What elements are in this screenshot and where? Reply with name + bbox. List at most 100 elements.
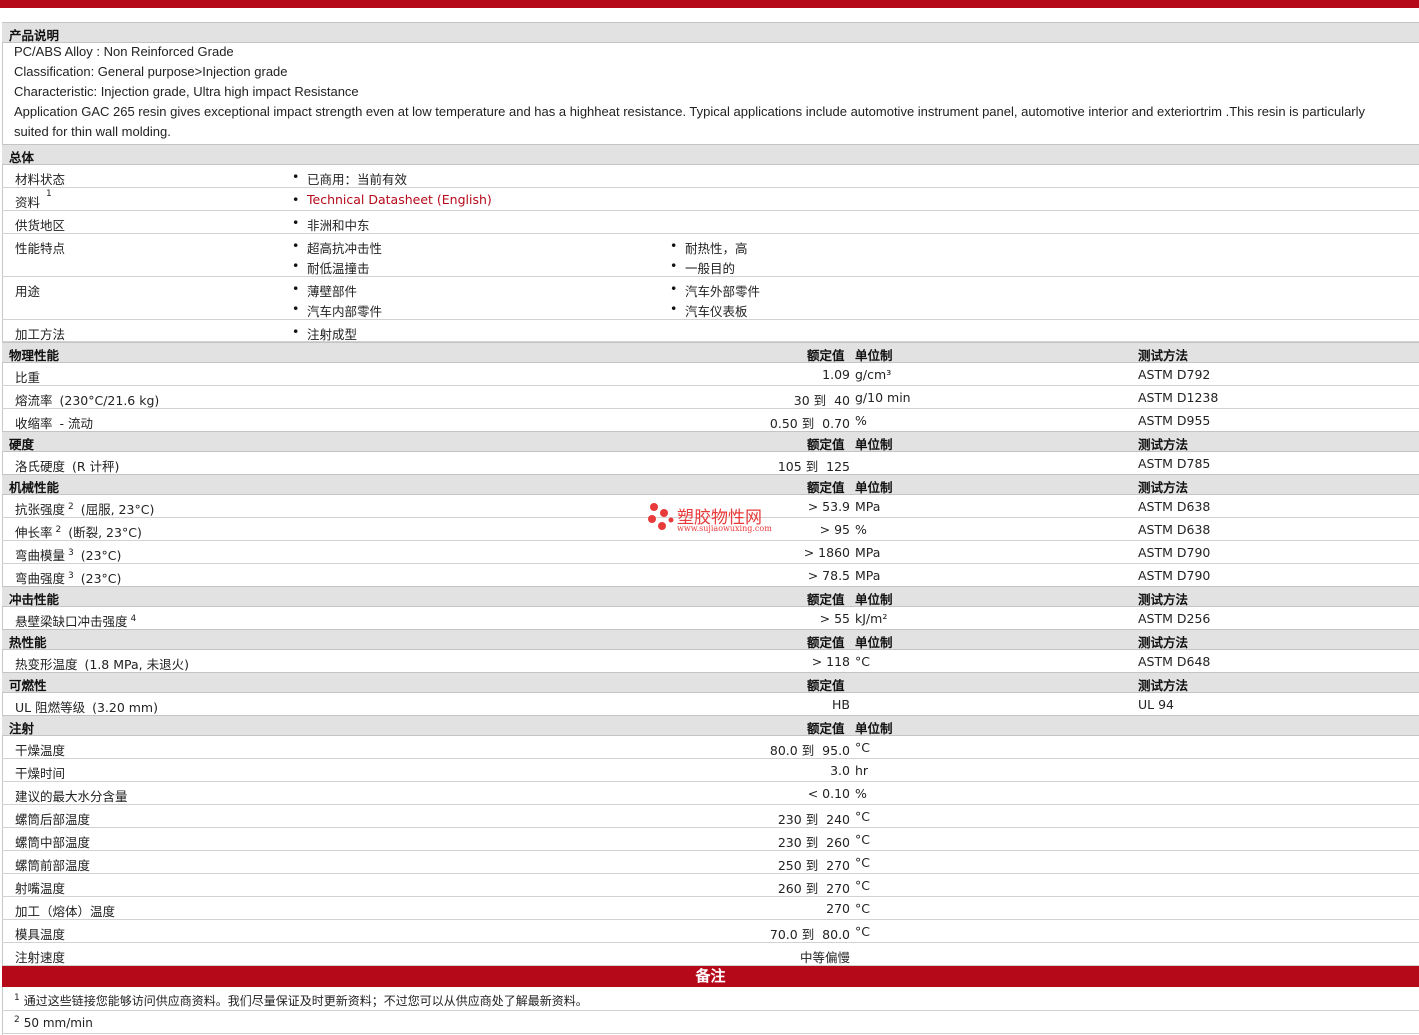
column-header-method: 测试方法 [1138,635,1189,650]
property-label: 螺筒后部温度 [15,809,90,828]
column-header-unit: 单位制 [855,480,893,495]
property-name: 建议的最大水分含量 [15,789,128,804]
footnote-ref: 4 [130,613,137,624]
column-header-nominal: 额定值 [807,348,845,363]
test-method: ASTM D638 [1138,499,1211,514]
property-name: 弯曲强度 [15,571,66,586]
column-header-unit: 单位制 [855,592,893,607]
general-item: 汽车外部零件 [670,281,760,300]
notes-header: 备注 [2,966,1419,987]
property-row: 弯曲强度 3 (23°C) > 78.5 MPa ASTM D790 [2,564,1419,587]
property-unit: °C [855,924,870,939]
property-label: 弯曲模量 3 (23°C) [15,545,121,564]
property-condition: (屈服, 23°C) [80,502,155,517]
property-value: 0.50 到 0.70 [769,416,850,431]
property-label: 干燥时间 [15,763,65,782]
test-method: ASTM D1238 [1138,390,1219,405]
section-title: 可燃性 [9,678,47,693]
property-row: 注射速度 中等偏慢 [2,943,1419,966]
datasheet-link[interactable]: Technical Datasheet (English) [292,192,492,207]
property-condition: (R 计秤) [72,459,120,474]
property-row: 螺筒中部温度 230 到 260 °C [2,828,1419,851]
general-item: 薄壁部件 [292,281,357,300]
note-text: 2 50 mm/min [14,1015,93,1030]
property-row: UL 阻燃等级 (3.20 mm) HB UL 94 [2,693,1419,716]
property-condition: - 流动 [59,416,93,431]
property-row: 干燥时间 3.0 hr [2,759,1419,782]
property-name: 模具温度 [15,927,66,942]
test-method: ASTM D256 [1138,611,1211,626]
property-name: 螺筒后部温度 [15,812,91,827]
property-label: 洛氏硬度 (R 计秤) [15,456,119,475]
property-unit: % [855,522,867,537]
property-value: 230 到 240 [777,812,850,827]
property-label: 热变形温度 (1.8 MPa, 未退火) [15,654,189,673]
general-item: 非洲和中东 [292,215,369,234]
property-unit: MPa [855,545,881,560]
property-label: 悬壁梁缺口冲击强度 4 [15,611,136,630]
property-unit: % [855,786,867,801]
property-unit: °C [855,878,870,893]
property-unit: °C [855,809,870,824]
description-line: Classification: General purpose>Injectio… [14,64,288,79]
section-title: 热性能 [9,635,47,650]
section-header-3: 机械性能 额定值 单位制 测试方法 [2,474,1419,495]
section-title: 物理性能 [9,348,60,363]
property-name: 干燥温度 [15,743,66,758]
column-header-nominal: 额定值 [807,721,845,736]
column-header-method: 测试方法 [1138,348,1189,363]
section-header-7: 注射 额定值 单位制 [2,715,1419,736]
property-name: 熔流率 [15,393,53,408]
general-label: 供货地区 [15,218,66,233]
column-header-nominal: 额定值 [807,480,845,495]
general-item: 一般目的 [670,258,735,277]
property-label: 射嘴温度 [15,878,65,897]
column-header-nominal: 额定值 [807,635,845,650]
section-header-2: 硬度 额定值 单位制 测试方法 [2,431,1419,452]
property-unit: °C [855,855,870,870]
column-header-unit: 单位制 [855,348,893,363]
general-row: 用途 薄壁部件汽车内部零件 汽车外部零件汽车仪表板 [2,277,1419,320]
note-row: 1 通过这些链接您能够访问供应商资料。我们尽量保证及时更新资料；不过您可以从供应商… [2,988,1419,1011]
column-header-nominal: 额定值 [807,678,845,693]
property-label: 螺筒前部温度 [15,855,90,874]
section-title: 注射 [9,721,35,736]
section-header-6: 可燃性 额定值 测试方法 [2,672,1419,693]
property-row: 洛氏硬度 (R 计秤) 105 到 125 ASTM D785 [2,452,1419,475]
property-condition: (23°C) [80,548,122,563]
note-body: 50 mm/min [23,1016,93,1030]
property-unit: % [855,413,867,428]
general-item: 已商用：当前有效 [292,169,407,188]
description-line: Characteristic: Injection grade, Ultra h… [14,84,359,99]
section-title: 机械性能 [9,480,60,495]
property-condition: (1.8 MPa, 未退火) [84,657,189,672]
property-unit: kJ/m² [855,611,888,626]
section-header-1: 物理性能 额定值 单位制 测试方法 [2,342,1419,363]
property-label: 加工（熔体）温度 [15,901,115,920]
footnote-ref: 2 [55,524,62,535]
property-unit: °C [855,901,870,916]
property-row: 模具温度 70.0 到 80.0 °C [2,920,1419,943]
property-value: 260 到 270 [777,881,850,896]
property-value: > 55 [819,611,850,626]
column-header-nominal: 额定值 [807,437,845,452]
property-value: 105 到 125 [777,459,850,474]
property-row: 熔流率 (230°C/21.6 kg) 30 到 40 g/10 min ASTM D… [2,386,1419,409]
note-row: 2 50 mm/min [2,1011,1419,1034]
property-value: > 78.5 [807,568,850,583]
property-name: 比重 [15,370,41,385]
property-name: 射嘴温度 [15,881,66,896]
property-value: 230 到 260 [777,835,850,850]
note-text: 1 通过这些链接您能够访问供应商资料。我们尽量保证及时更新资料；不过您可以从供应商… [14,992,588,1009]
footnote-number: 2 [14,1014,20,1025]
property-row: 热变形温度 (1.8 MPa, 未退火) > 118 °C ASTM D648 [2,650,1419,673]
general-label: 资料 [15,195,41,210]
general-label: 加工方法 [15,327,66,342]
property-label: 螺筒中部温度 [15,832,90,851]
footnote-ref: 2 [68,501,74,512]
test-method: ASTM D790 [1138,545,1211,560]
column-header-unit: 单位制 [855,635,893,650]
property-row: 加工（熔体）温度 270 °C [2,897,1419,920]
section-header-4: 冲击性能 额定值 单位制 测试方法 [2,586,1419,607]
general-row: 供货地区 非洲和中东 [2,211,1419,234]
